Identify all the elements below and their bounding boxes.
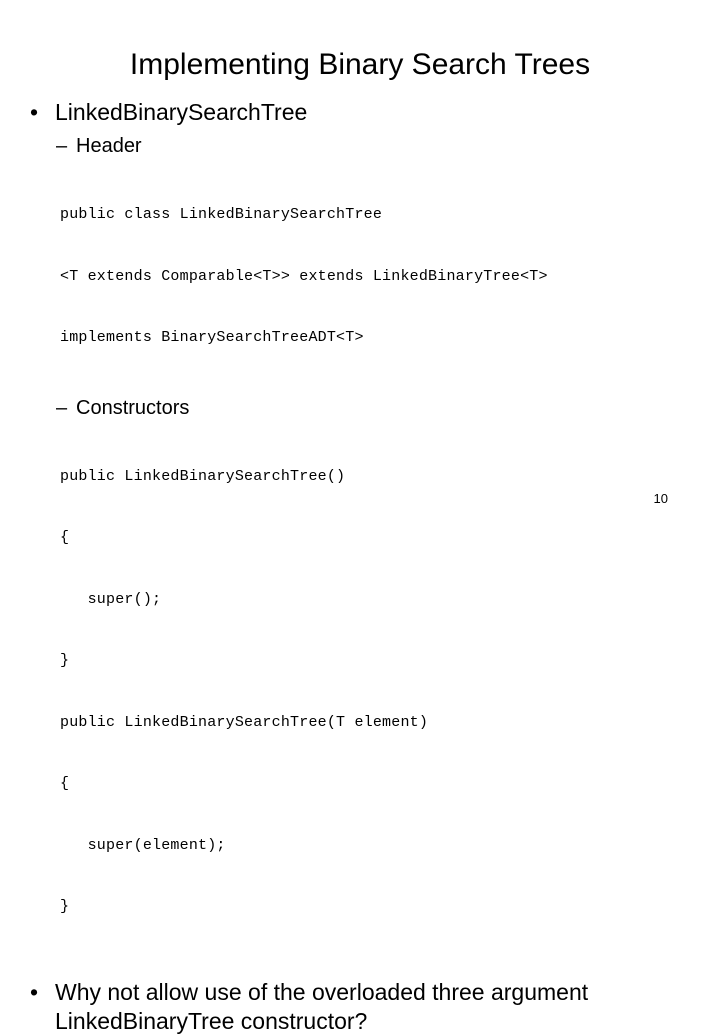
code-line: implements BinarySearchTreeADT<T>	[60, 329, 364, 346]
code-line: public class LinkedBinarySearchTree	[60, 206, 383, 223]
bullet-topic: • LinkedBinarySearchTree	[0, 98, 720, 126]
code-line: <T extends Comparable<T>> extends Linked…	[60, 267, 548, 285]
page-title: Implementing Binary Search Trees	[129, 48, 591, 81]
bullet-question-label: Why not allow use of the overloaded thre…	[55, 978, 589, 1034]
bullet-marker-icon: •	[30, 99, 39, 125]
slide: Implementing Binary Search Trees • Linke…	[0, 0, 720, 1034]
code-line: public LinkedBinarySearchTree(T element)	[60, 713, 429, 731]
bullet-topic-label: LinkedBinarySearchTree	[55, 99, 308, 125]
code-line: {	[60, 529, 70, 546]
dash-marker-icon: –	[56, 396, 68, 419]
code-line: }	[60, 652, 70, 669]
code-block-header: public class LinkedBinarySearchTree <T e…	[0, 164, 720, 390]
code-line: super(element);	[60, 836, 226, 854]
page-number: 10	[653, 491, 668, 506]
section-heading-label: Constructors	[76, 396, 190, 419]
code-block-constructors: public LinkedBinarySearchTree() { super(…	[0, 426, 720, 959]
section-heading-label: Header	[76, 135, 142, 157]
code-line: super();	[60, 590, 162, 608]
bullet-question: • Why not allow use of the overloaded th…	[0, 978, 720, 1036]
bullet-section-header: – Header	[0, 134, 720, 159]
dash-marker-icon: –	[56, 135, 68, 157]
code-line: public LinkedBinarySearchTree()	[60, 467, 346, 485]
slide-body: • LinkedBinarySearchTree – Header public…	[0, 98, 720, 1036]
code-line: }	[60, 898, 70, 915]
bullet-section-constructors: – Constructors	[0, 396, 720, 421]
code-line: {	[60, 775, 70, 792]
bullet-marker-icon: •	[30, 978, 39, 1005]
